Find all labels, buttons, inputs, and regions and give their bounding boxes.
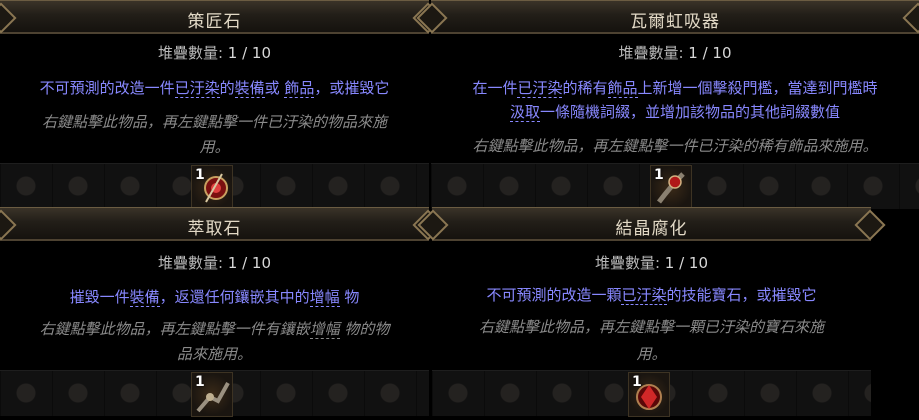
tooltip-header: 策匠石: [0, 0, 429, 34]
mod-text: 摧毀一件裝備，返還任何鑲嵌其中的增幅 物: [0, 286, 429, 308]
mod-text-part: 的稀有: [562, 79, 608, 97]
mod-text-part: 上新增一個擊殺門檻，當達到門檻時: [637, 79, 878, 97]
item-title: 瓦爾虹吸器: [630, 12, 720, 32]
tooltip-vaal-siphoner: 瓦爾虹吸器 堆疊數量: 1 / 10 在一件已汙染的稀有飾品上新增一個擊殺門檻，…: [431, 0, 919, 210]
item-slot[interactable]: 1: [650, 165, 692, 210]
tooltip-crafting-stone: 策匠石 堆疊數量: 1 / 10 不可預測的改造一件已汙染的裝備或 飾品，或摧毀…: [0, 0, 429, 210]
keyword-corrupted[interactable]: 已汙染: [621, 286, 667, 305]
help-text-part: 物的物: [339, 320, 390, 338]
item-title: 結晶腐化: [615, 219, 688, 239]
mod-text-part: 一條隨機詞綴，並增加該物品的其他詞綴數值: [540, 103, 841, 121]
item-title: 策匠石: [187, 12, 242, 32]
stack-count: 1: [195, 167, 205, 183]
usage-help-line-2: 品來施用。: [176, 345, 252, 363]
tooltip-extraction-stone: 萃取石 堆疊數量: 1 / 10 摧毀一件裝備，返還任何鑲嵌其中的增幅 物 右鍵…: [0, 207, 429, 417]
mod-text: 不可預測的改造一件已汙染的裝備或 飾品，或摧毀它: [0, 77, 429, 99]
stack-value: 1 / 10: [664, 254, 709, 272]
mod-text-part: 的技能寶石，或摧毀它: [666, 286, 817, 304]
inventory-strip: 1: [0, 163, 429, 210]
mod-text-line-2: 汲取一條隨機詞綴，並增加該物品的其他詞綴數值: [431, 101, 919, 123]
mod-text: 不可預測的改造一顆已汙染的技能寶石，或摧毀它: [432, 284, 871, 306]
item-slot[interactable]: 1: [191, 165, 233, 210]
stack-label: 堆疊數量:: [157, 44, 224, 62]
tooltip-header: 結晶腐化: [432, 207, 871, 241]
keyword-jewellery[interactable]: 飾品: [284, 79, 315, 98]
keyword-corrupted[interactable]: 已汙染: [517, 79, 563, 98]
mod-text-part: 的: [219, 79, 235, 97]
stack-size: 堆疊數量: 1 / 10: [432, 252, 871, 274]
stack-label: 堆疊數量:: [157, 254, 224, 272]
keyword-equipment[interactable]: 裝備: [129, 288, 160, 307]
keyword-siphon[interactable]: 汲取: [509, 103, 540, 122]
keyword-jewellery[interactable]: 飾品: [607, 79, 638, 98]
keyword-augment[interactable]: 增幅: [309, 320, 340, 339]
mod-text-part: ，返還任何鑲嵌其中的: [159, 288, 310, 306]
stack-size: 堆疊數量: 1 / 10: [431, 42, 919, 64]
tooltip-crystal-corruption: 結晶腐化 堆疊數量: 1 / 10 不可預測的改造一顆已汙染的技能寶石，或摧毀它…: [432, 207, 871, 417]
keyword-corrupted[interactable]: 已汙染: [174, 79, 220, 98]
stack-size: 堆疊數量: 1 / 10: [0, 42, 429, 64]
usage-help-line-1: 右鍵點擊此物品，再左鍵點擊一顆已汙染的寶石來施: [478, 318, 824, 336]
keyword-augment[interactable]: 增幅: [309, 288, 340, 307]
stack-label: 堆疊數量:: [594, 254, 661, 272]
stack-label: 堆疊數量:: [618, 44, 684, 62]
inventory-strip: 1: [431, 163, 919, 210]
item-title: 萃取石: [187, 219, 242, 239]
mod-text-part: 物: [339, 288, 360, 306]
help-text-part: 右鍵點擊此物品，再左鍵點擊一件有鑲嵌: [39, 320, 310, 338]
stack-count: 1: [632, 374, 642, 390]
item-slot[interactable]: 1: [628, 372, 670, 417]
inventory-strip: 1: [0, 370, 429, 417]
tooltip-header: 萃取石: [0, 207, 429, 241]
mod-text-part: 在一件: [472, 79, 518, 97]
tooltip-header: 瓦爾虹吸器: [431, 0, 919, 34]
mod-text-part: ，或摧毀它: [314, 79, 390, 97]
mod-text-part: 摧毀一件: [69, 288, 130, 306]
mod-text-part: 不可預測的改造一件: [39, 79, 175, 97]
mod-text-part: 或: [264, 79, 285, 97]
stack-count: 1: [654, 167, 664, 183]
inventory-strip: 1: [432, 370, 871, 417]
stack-value: 1 / 10: [688, 44, 732, 62]
usage-help-line-1: 右鍵點擊此物品，再左鍵點擊一件有鑲嵌增幅 物的物: [0, 318, 429, 340]
mod-text-part: 不可預測的改造一顆: [486, 286, 622, 304]
keyword-equipment[interactable]: 裝備: [234, 79, 265, 98]
item-slot[interactable]: 1: [191, 372, 233, 417]
stack-value: 1 / 10: [227, 44, 272, 62]
usage-help-line-2: 用。: [199, 138, 230, 156]
stack-value: 1 / 10: [227, 254, 272, 272]
usage-help-line-1: 右鍵點擊此物品，再左鍵點擊一件已汙染的物品來施: [41, 113, 387, 131]
usage-help-line-1: 右鍵點擊此物品，再左鍵點擊一件已汙染的稀有飾品來施用。: [472, 137, 878, 155]
stack-size: 堆疊數量: 1 / 10: [0, 252, 429, 274]
stack-count: 1: [195, 374, 205, 390]
mod-text-line-1: 在一件已汙染的稀有飾品上新增一個擊殺門檻，當達到門檻時: [431, 77, 919, 99]
usage-help-line-2: 用。: [636, 345, 667, 363]
